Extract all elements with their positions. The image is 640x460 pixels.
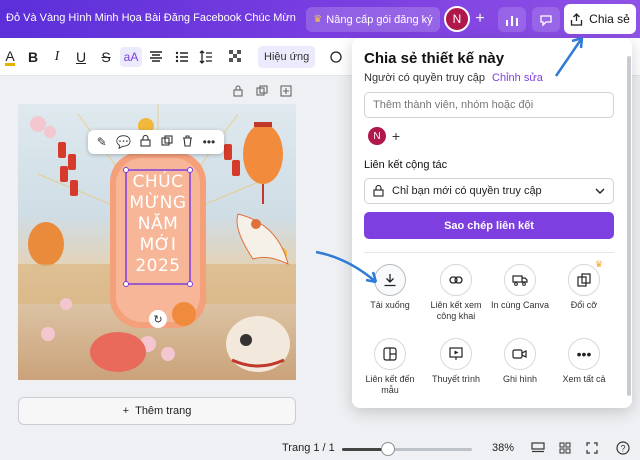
option-label: Liên kết xem công khai <box>430 300 482 321</box>
svg-text:?: ? <box>620 444 625 454</box>
template-icon <box>374 338 406 370</box>
lock-icon[interactable] <box>140 134 152 150</box>
access-level-value: Chỉ bạn mới có quyền truy cập <box>392 185 542 197</box>
divider <box>364 252 614 253</box>
headline-line: MỚI <box>139 235 177 255</box>
delete-icon[interactable] <box>182 134 193 150</box>
add-page-button[interactable]: + Thêm trang <box>18 397 296 425</box>
magic-edit-icon[interactable]: ✎ <box>97 135 107 149</box>
access-level-select[interactable]: Chỉ bạn mới có quyền truy cập <box>364 178 614 204</box>
lock-icon <box>373 185 384 197</box>
transparency-icon[interactable] <box>228 47 244 67</box>
share-upload-icon <box>571 12 583 26</box>
share-panel: Chia sẻ thiết kế này Người có quyền truy… <box>352 38 632 408</box>
link-icon <box>440 264 472 296</box>
panel-scrollbar[interactable] <box>627 56 631 396</box>
resize-option[interactable]: ♛ Đổi cỡ <box>552 259 616 311</box>
headline-line: NĂM <box>137 214 179 234</box>
download-option[interactable]: Tải xuống <box>358 264 422 311</box>
member-avatar[interactable]: N <box>368 127 386 145</box>
see-all-option[interactable]: ••• Xem tất cả <box>552 338 616 385</box>
upgrade-label: Nâng cấp gói đăng ký <box>326 13 433 26</box>
present-option[interactable]: Thuyết trình <box>424 338 488 385</box>
page-view-icon[interactable] <box>529 440 547 456</box>
add-page-label: Thêm trang <box>135 405 192 417</box>
duplicate-page-icon[interactable] <box>256 85 268 100</box>
record-option[interactable]: Ghi hình <box>488 338 552 385</box>
grid-view-icon[interactable] <box>556 440 574 456</box>
italic-button[interactable]: I <box>49 47 65 67</box>
access-row: Người có quyền truy cập Chỉnh sửa <box>364 72 543 84</box>
text-case-button[interactable]: aA <box>120 47 142 67</box>
present-icon <box>440 338 472 370</box>
share-panel-title: Chia sẻ thiết kế này <box>364 50 505 67</box>
headline-line: 2025 <box>135 256 181 276</box>
collab-link-label: Liên kết cộng tác <box>364 159 448 171</box>
option-label: Xem tất cả <box>562 374 606 384</box>
record-icon <box>504 338 536 370</box>
template-link-option[interactable]: Liên kết đến mẫu <box>358 338 422 396</box>
comments-button[interactable] <box>532 7 560 32</box>
option-label: Tải xuống <box>370 300 410 310</box>
list-icon[interactable] <box>174 47 190 67</box>
option-label: Ghi hình <box>502 374 538 384</box>
help-icon[interactable]: ? <box>614 440 632 456</box>
option-label: In cùng Canva <box>490 300 550 310</box>
lock-page-icon[interactable] <box>232 85 244 100</box>
copy-link-button[interactable]: Sao chép liên kết <box>364 212 614 239</box>
headline-line: CHÚC <box>132 172 184 192</box>
public-view-link-option[interactable]: Liên kết xem công khai <box>424 264 488 322</box>
access-label: Người có quyền truy cập <box>364 72 485 84</box>
crown-icon: ♛ <box>594 259 603 269</box>
print-canva-option[interactable]: In cùng Canva <box>488 264 552 311</box>
animate-icon[interactable] <box>328 47 344 67</box>
strikethrough-button[interactable]: S <box>98 47 114 67</box>
upgrade-button[interactable]: ♛ Nâng cấp gói đăng ký <box>306 7 440 32</box>
edit-access-link[interactable]: Chỉnh sửa <box>492 72 543 84</box>
add-collaborator-icon[interactable]: + <box>470 8 490 30</box>
effects-button[interactable]: Hiệu ứng <box>258 46 316 68</box>
more-options-icon[interactable]: ••• <box>203 135 216 149</box>
underline-button[interactable]: U <box>73 47 89 67</box>
plus-icon: + <box>122 405 130 417</box>
more-icon: ••• <box>568 338 600 370</box>
share-label: Chia sẻ <box>589 12 630 26</box>
page-indicator[interactable]: Trang 1 / 1 <box>282 442 335 454</box>
add-members-input[interactable] <box>364 92 614 118</box>
top-bar: Đỏ Và Vàng Hình Minh Họa Bài Đăng Facebo… <box>0 0 640 38</box>
bottom-bar: Trang 1 / 1 38% ? <box>0 436 640 460</box>
truck-icon <box>504 264 536 296</box>
text-color-icon: A <box>5 47 15 66</box>
fullscreen-icon[interactable] <box>583 440 601 456</box>
element-floating-toolbar: ✎ 💬 ••• <box>88 130 224 154</box>
document-title[interactable]: Đỏ Và Vàng Hình Minh Họa Bài Đăng Facebo… <box>6 12 296 24</box>
insights-button[interactable] <box>498 7 526 32</box>
add-page-icon[interactable] <box>280 85 292 100</box>
design-headline[interactable]: CHÚC MỪNG NĂM MỚI 2025 <box>126 172 190 277</box>
zoom-level[interactable]: 38% <box>492 442 514 454</box>
comment-add-icon[interactable]: 💬 <box>116 135 131 149</box>
zoom-slider-knob[interactable] <box>380 442 395 456</box>
option-label: Liên kết đến mẫu <box>365 374 415 395</box>
download-icon <box>374 264 406 296</box>
text-color-button[interactable]: A <box>2 47 18 67</box>
headline-line: MỪNG <box>129 193 187 213</box>
duplicate-icon[interactable] <box>161 134 173 150</box>
rotate-handle-icon[interactable]: ↻ <box>149 310 167 328</box>
option-label: Đổi cỡ <box>570 300 598 310</box>
crown-icon: ♛ <box>313 14 323 25</box>
share-button[interactable]: Chia sẻ <box>564 4 636 34</box>
add-member-icon[interactable]: + <box>387 127 405 145</box>
comment-icon <box>540 14 552 27</box>
bar-chart-icon <box>506 15 518 26</box>
chevron-down-icon <box>595 186 605 197</box>
zoom-slider[interactable] <box>342 442 472 456</box>
user-avatar[interactable]: N <box>444 6 470 32</box>
option-label: Thuyết trình <box>431 374 481 384</box>
align-center-icon[interactable] <box>148 47 164 67</box>
line-spacing-icon[interactable] <box>198 47 214 67</box>
bold-button[interactable]: B <box>25 47 41 67</box>
resize-icon: ♛ <box>568 259 603 296</box>
